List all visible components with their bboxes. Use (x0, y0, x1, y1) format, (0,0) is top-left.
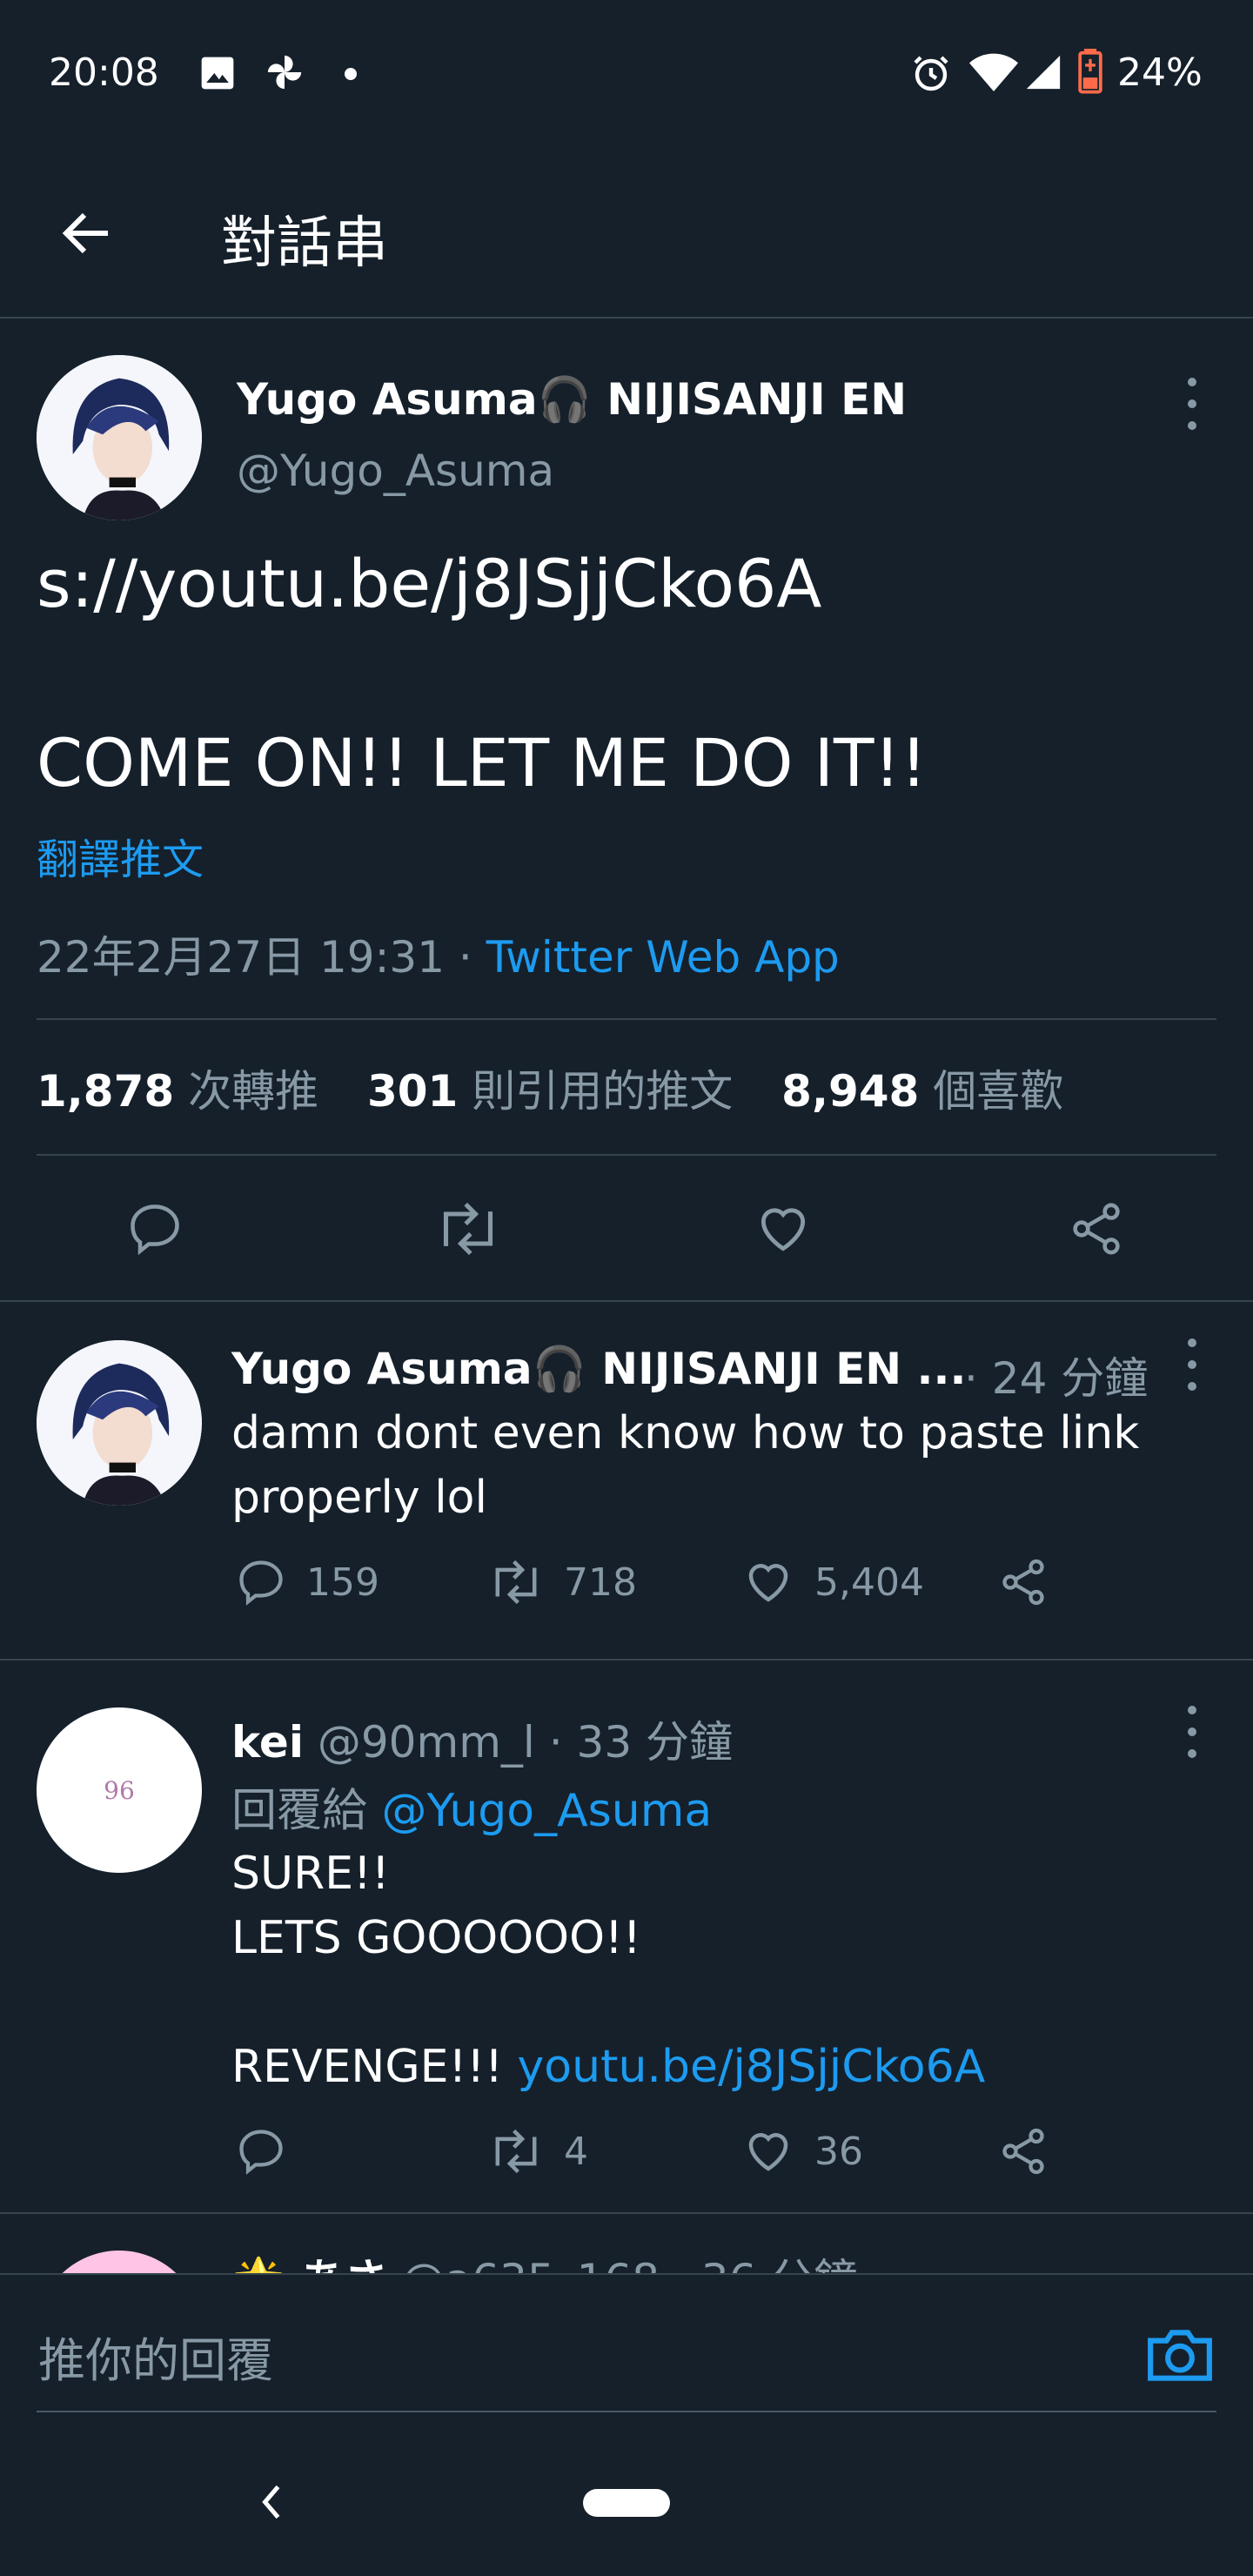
share-icon (1073, 1203, 1120, 1255)
reply-count-button[interactable]: 159 (235, 1556, 379, 1608)
camera-icon (1148, 2330, 1212, 2381)
reply-time: · 24 分鐘 (964, 1353, 1149, 1404)
signal-icon (1023, 52, 1063, 96)
reply-to-label: 回覆給 (231, 1785, 382, 1837)
quotes-stat[interactable]: 301 則引用的推文 (367, 1066, 733, 1117)
tweet-text-line1: s://youtu.be/j8JSjjCko6A (37, 545, 822, 622)
heart-icon (761, 1208, 806, 1251)
retweet-button[interactable] (433, 1199, 503, 1262)
like-count: 36 (814, 2129, 863, 2174)
like-count-button[interactable]: 36 (741, 2125, 863, 2177)
reply-author-name[interactable]: kei (231, 1717, 304, 1768)
share-button[interactable] (997, 2125, 1049, 2177)
more-options-icon[interactable] (1185, 378, 1199, 430)
back-button[interactable] (56, 202, 118, 265)
reply-link[interactable]: youtu.be/j8JSjjCko6A (518, 2041, 986, 2093)
reply-to-handle[interactable]: @Yugo_Asuma (382, 1785, 713, 1837)
share-button[interactable] (1067, 1199, 1126, 1262)
retweet-count: 4 (564, 2129, 588, 2174)
heart-icon (748, 1564, 788, 1602)
dot-icon (345, 68, 357, 80)
battery-level: 24% (1117, 50, 1203, 95)
reply-count-button[interactable] (235, 2125, 306, 2177)
nav-back-button[interactable] (254, 2480, 289, 2527)
translate-link[interactable]: 翻譯推文 (37, 825, 204, 886)
comment-icon (239, 2130, 283, 2175)
reply-author-handle[interactable]: @90mm_l (318, 1717, 535, 1768)
retweets-stat[interactable]: 1,878 次轉推 (37, 1066, 318, 1117)
reply-author-name[interactable]: Yugo Asuma🎧 NIJISANJI EN ... (231, 1344, 966, 1395)
pinwheel-icon (265, 52, 305, 96)
page-title: 對話串 (221, 211, 388, 276)
more-options-icon[interactable] (1185, 1338, 1199, 1391)
image-icon (198, 54, 237, 96)
reply-avatar[interactable]: 96 (37, 1707, 202, 1873)
compose-underline (37, 2411, 1216, 2412)
retweet-count: 718 (564, 1560, 637, 1605)
status-time: 20:08 (49, 50, 159, 95)
like-count-button[interactable]: 5,404 (741, 1556, 924, 1608)
retweet-icon (495, 2129, 537, 2174)
retweet-count-button[interactable]: 718 (487, 1556, 637, 1608)
reply-divider (0, 2212, 1253, 2214)
share-icon (1002, 2128, 1044, 2175)
author-handle[interactable]: @Yugo_Asuma (237, 446, 554, 496)
retweet-count-button[interactable]: 4 (487, 2125, 588, 2177)
reply-author-line: kei @90mm_l · 33 分鐘 (231, 1707, 733, 1770)
share-button[interactable] (997, 1556, 1049, 1608)
reply-input[interactable]: 推你的回覆 (38, 2322, 273, 2391)
stats-divider (37, 1154, 1216, 1156)
reply-time: · 33 分鐘 (548, 1717, 734, 1768)
avatar-text: 96 (104, 1775, 135, 1805)
reply-button[interactable] (125, 1199, 184, 1262)
share-icon (1002, 1559, 1044, 1606)
battery-icon (1077, 49, 1103, 97)
tweet-stats: 1,878 次轉推 301 則引用的推文 8,948 個喜歡 (37, 1057, 1063, 1119)
like-button[interactable] (752, 1199, 814, 1262)
wifi-icon (969, 52, 1018, 97)
reply-divider (0, 1659, 1253, 1660)
tweet-timestamp: 22年2月27日 19:31 · (37, 932, 486, 983)
tweet-source[interactable]: Twitter Web App (486, 932, 840, 983)
author-name[interactable]: Yugo Asuma🎧 NIJISANJI EN (237, 374, 907, 426)
heart-icon (748, 2133, 788, 2171)
comment-icon (131, 1204, 179, 1256)
reply-to-line: 回覆給 @Yugo_Asuma (231, 1774, 712, 1839)
reply-count: 159 (306, 1560, 379, 1605)
camera-button[interactable] (1145, 2322, 1215, 2390)
header-divider (0, 317, 1253, 319)
likes-stat[interactable]: 8,948 個喜歡 (781, 1066, 1063, 1117)
arrow-left-icon (62, 212, 108, 254)
chevron-left-icon (262, 2485, 280, 2519)
like-count: 5,404 (814, 1560, 924, 1605)
retweet-icon (443, 1202, 493, 1256)
tweet-text-line2: COME ON!! LET ME DO IT!! (37, 724, 928, 802)
meta-divider (37, 1018, 1216, 1020)
reply-text: SURE!! LETS GOOOOOO!! REVENGE!!! youtu.b… (231, 1841, 985, 2099)
reply-avatar[interactable] (37, 1340, 202, 1506)
reply-text: damn dont even know how to paste link pr… (231, 1407, 1140, 1524)
tweet-meta: 22年2月27日 19:31 · Twitter Web App (37, 922, 840, 985)
main-tweet-divider (0, 1300, 1253, 1302)
retweet-icon (495, 1560, 537, 1605)
comment-icon (239, 1560, 283, 1606)
alarm-icon (910, 52, 952, 97)
avatar[interactable] (37, 355, 202, 520)
home-pill[interactable] (583, 2489, 670, 2517)
more-options-icon[interactable] (1185, 1706, 1199, 1758)
